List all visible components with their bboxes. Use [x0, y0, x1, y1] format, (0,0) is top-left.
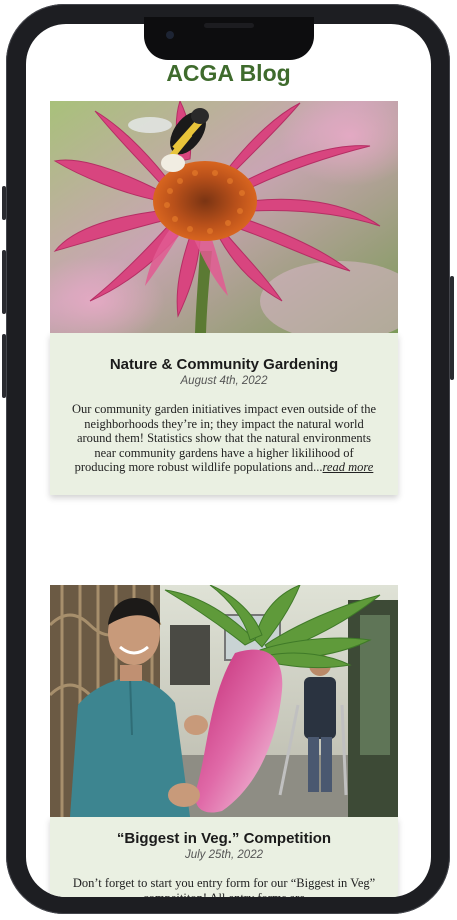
post-title[interactable]: Nature & Community Gardening [64, 356, 384, 373]
post-image-giant-radish[interactable] [50, 585, 398, 817]
volume-down-button [2, 334, 6, 398]
speaker-grille [204, 23, 254, 28]
camera-icon [166, 31, 174, 39]
post-title[interactable]: “Biggest in Veg.” Competition [64, 830, 384, 847]
post-content: “Biggest in Veg.” Competition July 25th,… [50, 817, 398, 897]
blog-post-card[interactable]: “Biggest in Veg.” Competition July 25th,… [50, 585, 398, 897]
read-more-link[interactable]: read more [323, 460, 374, 474]
action-button [2, 186, 6, 220]
post-excerpt: Our community garden initiatives impact … [70, 402, 378, 475]
post-date: August 4th, 2022 [180, 375, 268, 387]
blog-post-card[interactable]: Nature & Community Gardening August 4th,… [50, 101, 398, 495]
post-date: July 25th, 2022 [184, 849, 263, 861]
post-excerpt: Don’t forget to start you entry form for… [72, 876, 376, 897]
power-button [450, 276, 454, 380]
notch [144, 17, 314, 60]
volume-up-button [2, 250, 6, 314]
man-holding-giant-radish-image [50, 585, 398, 817]
screen: ACGA Blog Nature & Community Gardening A… [26, 24, 431, 897]
post-content: Nature & Community Gardening August 4th,… [50, 333, 398, 495]
bee-on-coneflower-image [50, 101, 398, 333]
post-image-bee-flower[interactable] [50, 101, 398, 333]
blog-title: ACGA Blog [166, 60, 291, 86]
